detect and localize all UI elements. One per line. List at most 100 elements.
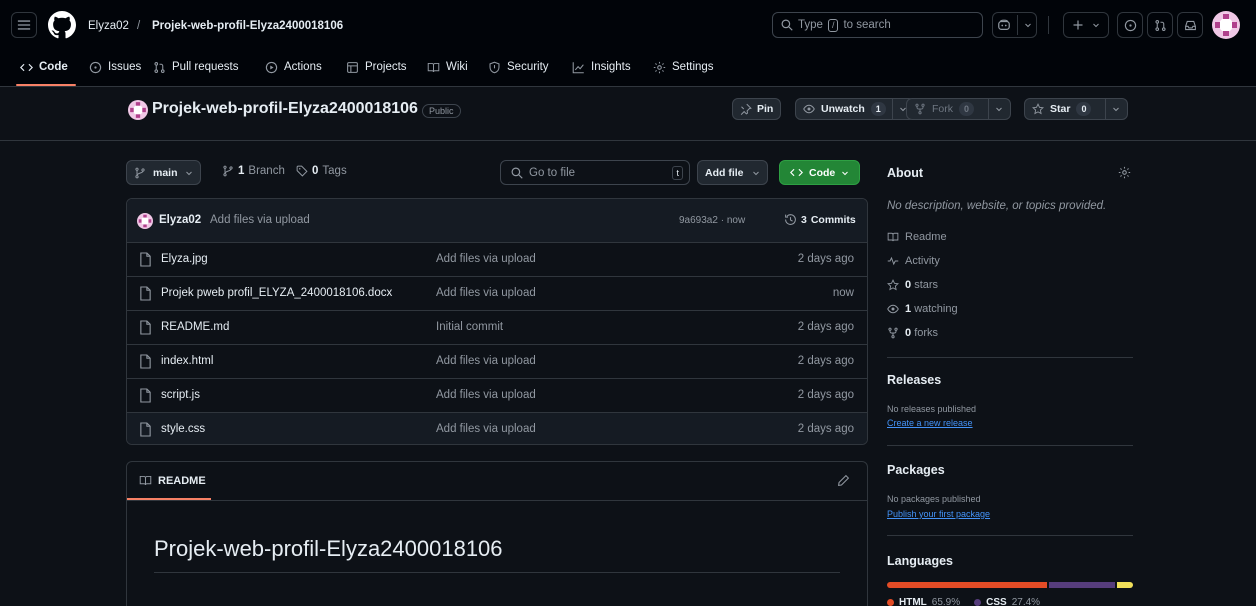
fork-icon [888, 327, 898, 339]
github-logo-icon[interactable] [48, 11, 76, 39]
tab-pull-requests[interactable]: Pull requests [153, 54, 238, 80]
pin-button[interactable]: Pin [732, 98, 782, 120]
file-row[interactable]: README.md Initial commit 2 days ago [127, 311, 867, 345]
file-row[interactable]: Elyza.jpg Add files via upload 2 days ag… [127, 243, 867, 277]
language-name: CSS [986, 597, 1007, 606]
book-icon [139, 475, 152, 486]
tab-wiki[interactable]: Wiki [427, 54, 468, 80]
readme-divider [127, 500, 867, 501]
active-tab-indicator [16, 84, 76, 86]
commit-hash-time[interactable]: 9a693a2 · now [679, 215, 745, 226]
chevron-down-icon [1113, 107, 1120, 112]
file-name[interactable]: index.html [161, 355, 213, 367]
sidebar-divider [887, 535, 1133, 536]
readme-heading-rule [154, 572, 840, 573]
search-input[interactable]: Type / to search [772, 12, 983, 38]
edit-readme-button[interactable] [837, 474, 850, 487]
language-percent: 27.4% [1011, 597, 1041, 606]
tab-code-label: Code [39, 61, 68, 73]
tags-link[interactable]: 0 Tags [296, 165, 347, 177]
commits-word: Commits [810, 213, 856, 226]
publish-package-link[interactable]: Publish your first package [887, 509, 990, 519]
fork-button[interactable]: Fork 0 [906, 98, 1012, 120]
commit-message[interactable]: Add files via upload [210, 214, 310, 226]
unwatch-button[interactable]: Unwatch 1 [795, 98, 915, 120]
file-icon [140, 422, 151, 437]
about-settings-button[interactable] [1118, 166, 1131, 179]
pull-requests-button[interactable] [1147, 12, 1173, 38]
file-row[interactable]: script.js Add files via upload 2 days ag… [127, 379, 867, 413]
file-name[interactable]: Elyza.jpg [161, 253, 208, 265]
language-dot [974, 599, 982, 606]
breadcrumb-repo[interactable]: Projek-web-profil-Elyza2400018106 [152, 20, 343, 32]
add-file-button[interactable]: Add file [697, 160, 768, 185]
issue-icon [1124, 19, 1136, 31]
file-name[interactable]: script.js [161, 389, 200, 401]
button-divider [891, 98, 893, 120]
branches-link[interactable]: 1 Branch [222, 165, 285, 177]
breadcrumb-owner[interactable]: Elyza02 [88, 20, 129, 32]
forks-link[interactable]: 0 forks [887, 327, 938, 339]
file-row[interactable]: style.css Add files via upload 2 days ag… [127, 413, 867, 444]
tab-settings[interactable]: Settings [653, 54, 714, 80]
chevron-down-icon [752, 171, 759, 175]
tab-wiki-label: Wiki [446, 61, 468, 73]
tab-security[interactable]: Security [488, 54, 549, 80]
create-release-link[interactable]: Create a new release [887, 418, 973, 428]
file-name[interactable]: Projek pweb profil_ELYZA_2400018106.docx [161, 287, 392, 299]
file-commit-message[interactable]: Add files via upload [436, 355, 536, 367]
activity-link[interactable]: Activity [887, 255, 940, 267]
go-to-file-input[interactable]: Go to file t [500, 160, 690, 185]
tab-actions[interactable]: Actions [265, 54, 322, 80]
packages-heading[interactable]: Packages [887, 463, 945, 477]
menu-button[interactable] [11, 12, 37, 38]
file-icon [140, 354, 151, 369]
shield-icon [489, 61, 500, 73]
language-item-html[interactable]: HTML 65.9% [887, 597, 960, 606]
star-button[interactable]: Star 0 [1024, 98, 1129, 120]
tab-projects[interactable]: Projects [346, 54, 407, 80]
avatar[interactable] [1212, 11, 1240, 39]
file-commit-message[interactable]: Add files via upload [436, 423, 536, 435]
file-name[interactable]: style.css [161, 423, 205, 435]
file-commit-message[interactable]: Add files via upload [436, 287, 536, 299]
file-commit-message[interactable]: Initial commit [436, 321, 503, 333]
watching-link[interactable]: 1 watching [887, 303, 958, 315]
header-divider [1048, 16, 1049, 34]
file-commit-message[interactable]: Add files via upload [436, 389, 536, 401]
file-commit-message[interactable]: Add files via upload [436, 253, 536, 265]
releases-heading[interactable]: Releases [887, 373, 941, 387]
readme-tab[interactable]: README [139, 474, 206, 487]
languages-legend: HTML 65.9% CSS 27.4% [887, 597, 1040, 606]
copilot-button[interactable] [992, 12, 1037, 38]
commits-link[interactable]: 3 Commits [784, 213, 856, 226]
tab-code[interactable]: Code [20, 54, 68, 80]
language-item-css[interactable]: CSS 27.4% [974, 597, 1040, 606]
branch-selector[interactable]: main [126, 160, 201, 185]
search-shortcut-key: / [827, 18, 839, 32]
code-button[interactable]: Code [779, 160, 861, 185]
plus-icon [1073, 20, 1083, 30]
file-row[interactable]: index.html Add files via upload 2 days a… [127, 345, 867, 379]
repo-title[interactable]: Projek-web-profil-Elyza2400018106 [152, 100, 418, 118]
create-new-button[interactable] [1063, 12, 1109, 38]
fork-count: 0 [959, 102, 975, 116]
stars-link[interactable]: 0 stars [887, 279, 938, 291]
readme-link[interactable]: Readme [887, 231, 947, 243]
repo-owner-avatar[interactable] [128, 100, 148, 120]
tab-issues[interactable]: Issues [89, 54, 141, 80]
about-heading: About [887, 166, 924, 180]
search-icon [511, 167, 523, 179]
tab-insights[interactable]: Insights [572, 54, 631, 80]
issues-button[interactable] [1117, 12, 1143, 38]
commit-author-avatar[interactable] [137, 213, 153, 229]
file-row[interactable]: Projek pweb profil_ELYZA_2400018106.docx… [127, 277, 867, 311]
readme-heading: Projek-web-profil-Elyza2400018106 [154, 536, 503, 561]
go-to-file-shortcut-key: t [672, 166, 683, 180]
commit-author[interactable]: Elyza02 [159, 214, 201, 226]
gear-icon [1118, 166, 1131, 179]
inbox-icon [1184, 20, 1196, 30]
file-name[interactable]: README.md [161, 321, 229, 333]
file-age: 2 days ago [797, 321, 854, 333]
inbox-button[interactable] [1177, 12, 1203, 38]
